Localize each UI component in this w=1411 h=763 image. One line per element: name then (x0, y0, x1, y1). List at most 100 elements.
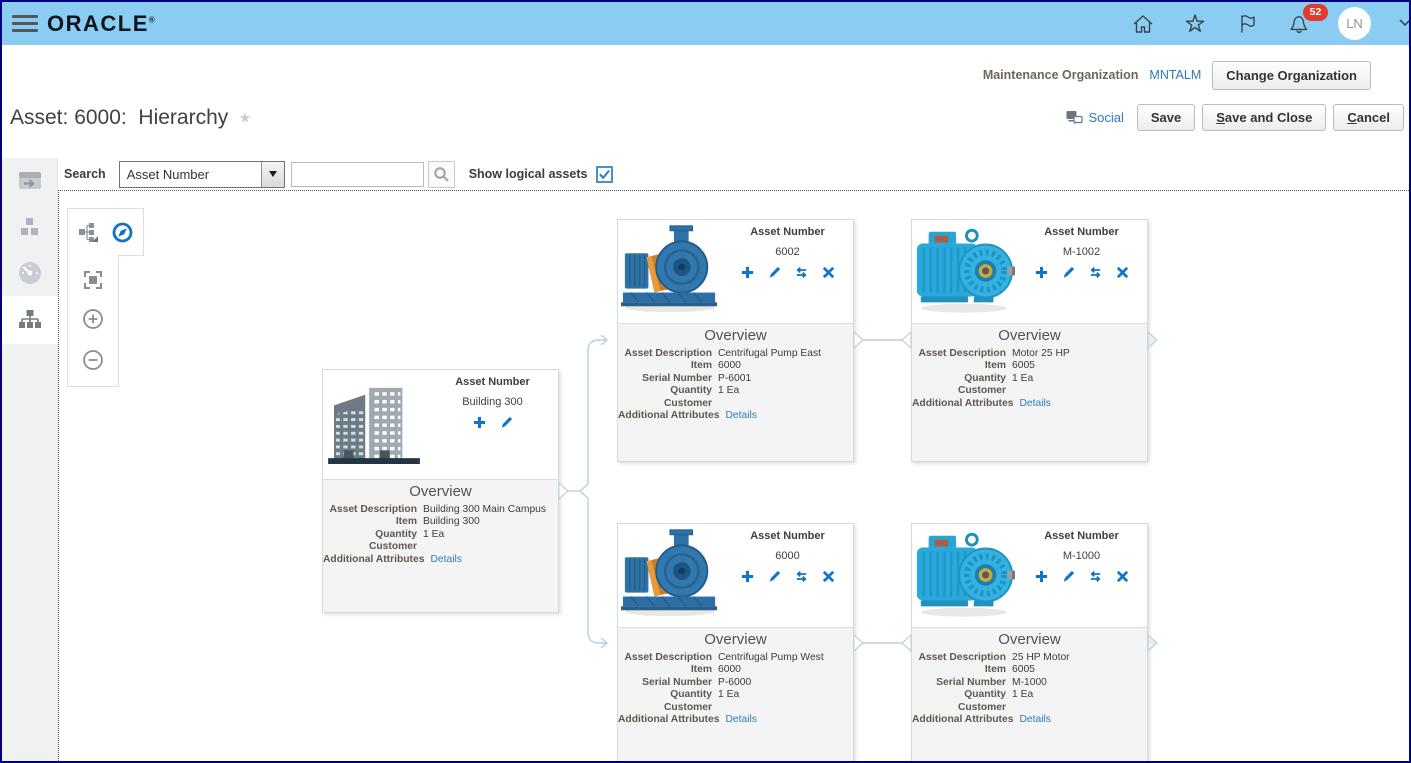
motor-image (912, 524, 1016, 627)
fit-to-window-button[interactable] (82, 269, 104, 291)
building-image (323, 370, 427, 479)
zoom-out-button[interactable] (81, 348, 105, 372)
sidebar-tab-blocks[interactable] (2, 204, 58, 250)
motor-image (912, 220, 1016, 323)
delete-asset-icon[interactable] (1115, 265, 1130, 280)
field-value: Centrifugal Pump West (718, 652, 824, 663)
card-actions (722, 265, 853, 280)
field-label: Asset Description (329, 504, 417, 515)
field-label: Additional Attributes (618, 714, 720, 726)
field-value: Building 300 Main Campus (423, 504, 547, 515)
overview-field: Asset Description Centrifugal Pump West (618, 652, 853, 664)
maintenance-org-link[interactable]: MNTALM (1149, 68, 1201, 82)
field-label: Quantity (375, 528, 417, 540)
flag-icon[interactable] (1234, 11, 1260, 37)
social-button[interactable]: Social (1066, 110, 1124, 125)
card-actions (427, 415, 558, 430)
details-link[interactable]: Details (430, 554, 461, 566)
overview-field: Additional Attributes Details (912, 714, 1147, 726)
details-link[interactable]: Details (725, 714, 756, 726)
asset-card-motor-m1002: Asset Number M-1002 Overview Asset Descript… (911, 219, 1148, 462)
edit-asset-icon[interactable] (499, 415, 514, 430)
menu-hamburger-icon[interactable] (12, 15, 38, 32)
favorite-toggle-star-icon[interactable] (237, 110, 253, 126)
asset-number-value: M-1002 (1062, 246, 1101, 258)
details-link[interactable]: Details (725, 410, 756, 422)
hierarchy-toolbar-top (67, 208, 144, 256)
field-value: 1 Ea (423, 528, 445, 540)
expand-node-notch[interactable] (1147, 633, 1158, 653)
swap-asset-icon[interactable] (1088, 569, 1103, 584)
notifications-bell-icon[interactable]: 52 (1286, 3, 1328, 37)
field-label: Additional Attributes (912, 714, 1014, 726)
field-label: Customer (957, 701, 1006, 713)
details-link[interactable]: Details (1019, 398, 1050, 410)
sidebar-tab-drawer[interactable] (2, 158, 58, 204)
save-button[interactable]: Save (1136, 104, 1196, 131)
card-actions (722, 569, 853, 584)
field-value: 6005 (1012, 664, 1035, 676)
search-button[interactable] (427, 160, 455, 188)
field-label: Customer (368, 541, 417, 553)
compass-pan-button[interactable] (111, 221, 134, 244)
change-organization-button[interactable]: Change Organization (1212, 60, 1371, 90)
swap-asset-icon[interactable] (794, 569, 809, 584)
overview-field: Serial Number M-1000 (912, 677, 1147, 689)
add-asset-icon[interactable] (1034, 569, 1049, 584)
delete-asset-icon[interactable] (821, 265, 836, 280)
field-label: Serial Number (936, 676, 1006, 688)
overview-field: Additional Attributes Details (323, 554, 558, 566)
overview-field: Item Building 300 (323, 516, 558, 528)
field-value: Centrifugal Pump East (718, 348, 822, 359)
social-label: Social (1088, 110, 1124, 125)
cancel-button[interactable]: Cancel (1333, 104, 1404, 131)
field-label: Quantity (964, 372, 1006, 384)
add-asset-icon[interactable] (1034, 265, 1049, 280)
save-and-close-button[interactable]: Save and Close (1202, 104, 1327, 131)
field-label: Asset Description (624, 348, 712, 359)
add-asset-icon[interactable] (740, 569, 755, 584)
field-label: Additional Attributes (323, 553, 425, 565)
asset-number-value: 6000 (775, 550, 800, 562)
add-asset-icon[interactable] (740, 265, 755, 280)
user-avatar[interactable]: LN (1338, 7, 1371, 40)
details-link[interactable]: Details (1019, 714, 1050, 726)
asset-search-category-select[interactable]: Asset Number (118, 160, 285, 188)
delete-asset-icon[interactable] (821, 569, 836, 584)
favorites-star-icon[interactable] (1182, 11, 1208, 37)
hierarchy-icon (19, 310, 41, 328)
delete-asset-icon[interactable] (1115, 569, 1130, 584)
hierarchy-layout-icon (79, 223, 98, 242)
add-asset-icon[interactable] (472, 415, 487, 430)
asset-card-pump-6002: Asset Number 6002 Overview Asset Descriptio… (617, 219, 854, 462)
field-label: Serial Number (642, 676, 712, 688)
overview-field: Item 6000 (618, 664, 853, 676)
maintenance-org-label: Maintenance Organization (982, 68, 1139, 82)
edit-asset-icon[interactable] (1061, 265, 1076, 280)
zoom-in-button[interactable] (81, 307, 105, 331)
oracle-logo: ORACLE® (47, 11, 157, 36)
overview-title: Overview (704, 631, 767, 648)
dropdown-arrow-button[interactable] (260, 161, 284, 187)
field-label: Additional Attributes (618, 410, 720, 422)
field-value: 1 Ea (718, 385, 740, 397)
edit-asset-icon[interactable] (767, 569, 782, 584)
expand-node-notch[interactable] (1147, 330, 1158, 350)
overview-field: Asset Description Centrifugal Pump East (618, 348, 853, 360)
field-value: 1 Ea (1012, 372, 1034, 384)
swap-asset-icon[interactable] (1088, 265, 1103, 280)
field-value: M-1000 (1012, 676, 1047, 688)
show-logical-assets-checkbox[interactable] (595, 165, 613, 183)
sidebar-tab-hierarchy[interactable] (2, 296, 58, 344)
search-input[interactable] (290, 161, 424, 187)
swap-asset-icon[interactable] (794, 265, 809, 280)
field-value: 6000 (718, 360, 741, 372)
layout-options-button[interactable] (77, 221, 99, 243)
avatar-chevron-down-icon[interactable] (1399, 15, 1409, 33)
overview-field: Serial Number P-6001 (618, 373, 853, 385)
edit-asset-icon[interactable] (1061, 569, 1076, 584)
edit-asset-icon[interactable] (767, 265, 782, 280)
sidebar-tab-gauge[interactable] (2, 250, 58, 296)
home-icon[interactable] (1130, 11, 1156, 37)
compass-icon (112, 222, 133, 242)
